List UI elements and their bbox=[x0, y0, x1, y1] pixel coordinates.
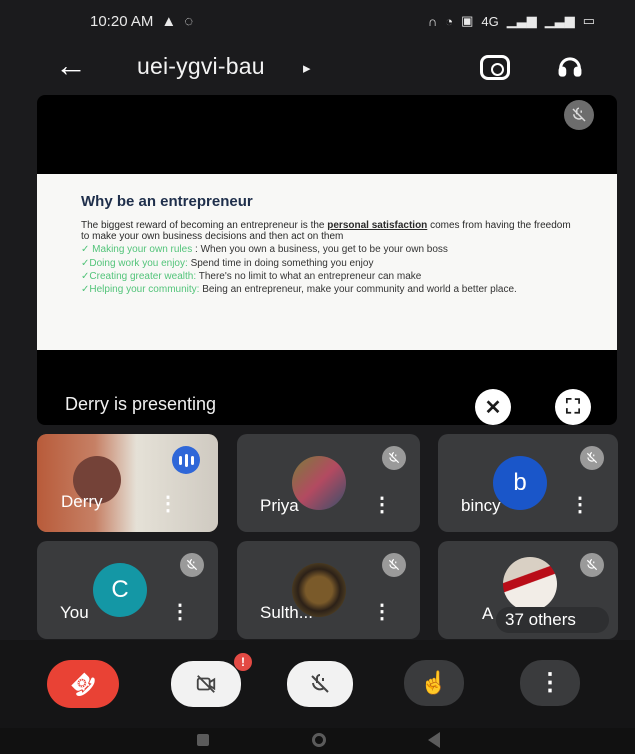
raise-hand-button[interactable]: ☝ bbox=[404, 660, 464, 706]
slide-intro-link: personal satisfaction bbox=[327, 220, 428, 231]
avatar bbox=[292, 456, 346, 510]
participant-menu-icon[interactable]: ⋮ bbox=[570, 495, 590, 515]
chevron-right-icon[interactable]: ▸ bbox=[303, 59, 311, 77]
participant-tile-others[interactable]: A 37 others bbox=[438, 541, 618, 639]
slide-bullets: ✓ Making your own rules : When you own a… bbox=[81, 244, 573, 295]
recent-apps-icon[interactable] bbox=[197, 734, 209, 746]
end-call-button[interactable]: ☎ bbox=[47, 660, 119, 708]
signal-icon: ▁▃▆ bbox=[506, 13, 537, 28]
participant-menu-icon[interactable]: ⋮ bbox=[170, 602, 190, 622]
participant-initial: A bbox=[482, 604, 494, 623]
alarm-icon: ◔ bbox=[445, 13, 454, 29]
notification-icon: ◌ bbox=[184, 12, 194, 30]
participant-name: You bbox=[60, 603, 89, 622]
bullet-text: Spend time in doing something you enjoy bbox=[190, 257, 374, 269]
bullet-text: Being an entrepreneur, make your communi… bbox=[202, 283, 517, 295]
slide-bullet: ✓Creating greater wealth: There's no lim… bbox=[81, 271, 573, 282]
avatar bbox=[503, 557, 557, 611]
muted-mic-icon bbox=[564, 100, 594, 130]
back-arrow-icon[interactable]: ← bbox=[52, 49, 90, 81]
video-off-icon bbox=[196, 675, 216, 693]
meet-screen: 10:20 AM ▲ ◌ ∩ ◔ ▣ 4G ▁▃▆ ▁▃▆ ▭ ← uei-yg… bbox=[0, 0, 635, 754]
participant-menu-icon[interactable]: ⋮ bbox=[372, 602, 392, 622]
more-vertical-icon: ⋮ bbox=[538, 669, 562, 696]
warning-icon: ▲ bbox=[161, 12, 177, 30]
headphones-icon[interactable] bbox=[556, 53, 584, 81]
headset-icon: ∩ bbox=[427, 13, 438, 29]
avatar: b bbox=[493, 456, 547, 510]
check-icon: ✓ bbox=[81, 244, 90, 256]
bullet-text: There's no limit to what an entrepreneur… bbox=[198, 270, 422, 282]
avatar: C bbox=[93, 563, 147, 617]
participant-tile-derry[interactable]: Derry ⋮ bbox=[37, 434, 218, 532]
participant-tile-priya[interactable]: Priya ⋮ bbox=[237, 434, 420, 532]
phone-icon: ☎ bbox=[64, 665, 102, 703]
network-label: 4G bbox=[481, 13, 499, 29]
presenter-label: Derry is presenting bbox=[65, 394, 217, 414]
status-bar: 10:20 AM ▲ ◌ ∩ ◔ ▣ 4G ▁▃▆ ▁▃▆ ▭ bbox=[0, 0, 635, 42]
unpin-icon[interactable]: ✕ bbox=[475, 389, 511, 425]
video-off-button[interactable] bbox=[171, 661, 241, 707]
participant-name: bincy bbox=[461, 496, 501, 515]
participant-tile-bincy[interactable]: b bincy ⋮ bbox=[438, 434, 618, 532]
back-triangle-icon[interactable] bbox=[428, 732, 440, 748]
more-options-button[interactable]: ⋮ bbox=[520, 660, 580, 706]
app-bar: ← uei-ygvi-bau ▸ bbox=[0, 45, 635, 90]
muted-mic-icon bbox=[180, 553, 204, 577]
shared-slide: Why be an entrepreneur The biggest rewar… bbox=[37, 174, 617, 350]
presentation-area: Why be an entrepreneur The biggest rewar… bbox=[37, 95, 617, 425]
slide-bullet: ✓Helping your community: Being an entrep… bbox=[81, 284, 573, 295]
bullet-lead: Creating greater wealth: bbox=[89, 270, 197, 282]
slide-bullet: ✓ Making your own rules : When you own a… bbox=[81, 244, 573, 255]
participant-tile-sulth[interactable]: Sulth... ⋮ bbox=[237, 541, 420, 639]
speaking-indicator-icon bbox=[172, 446, 200, 474]
muted-mic-icon bbox=[580, 446, 604, 470]
mic-off-icon bbox=[311, 674, 329, 693]
home-icon[interactable] bbox=[312, 733, 326, 747]
slide-title: Why be an entrepreneur bbox=[81, 193, 253, 210]
bullet-text: When you own a business, you get to be y… bbox=[200, 244, 448, 256]
signal-icon: ▁▃▆ bbox=[544, 13, 575, 28]
warning-badge: ! bbox=[234, 653, 252, 671]
hand-icon: ☝ bbox=[420, 670, 448, 695]
status-time: 10:20 AM bbox=[90, 12, 154, 30]
muted-mic-icon bbox=[382, 553, 406, 577]
battery-icon: ▭ bbox=[582, 13, 595, 28]
bullet-lead: Making your own rules bbox=[92, 244, 193, 256]
status-left: 10:20 AM ▲ ◌ bbox=[90, 13, 193, 30]
meeting-code[interactable]: uei-ygvi-bau bbox=[137, 53, 265, 80]
slide-bullet: ✓Doing work you enjoy: Spend time in doi… bbox=[81, 258, 573, 269]
muted-mic-icon bbox=[382, 446, 406, 470]
participant-menu-icon[interactable]: ⋮ bbox=[158, 494, 178, 514]
mic-off-button[interactable] bbox=[287, 661, 353, 707]
bullet-lead: Helping your community: bbox=[89, 283, 200, 295]
system-navigation bbox=[0, 728, 635, 754]
slide-intro-before: The biggest reward of becoming an entrep… bbox=[81, 220, 328, 231]
participant-tile-you[interactable]: C You ⋮ bbox=[37, 541, 218, 639]
call-controls: ☎ ! ☝ ⋮ bbox=[0, 640, 635, 728]
switch-camera-icon[interactable] bbox=[480, 55, 510, 80]
bullet-sep: : bbox=[192, 244, 201, 256]
participant-name: Sulth... bbox=[260, 603, 313, 622]
bullet-lead: Doing work you enjoy: bbox=[89, 257, 188, 269]
slide-intro: The biggest reward of becoming an entrep… bbox=[81, 220, 573, 242]
participant-name: Priya bbox=[260, 496, 299, 515]
fullscreen-icon[interactable]: ⛶ bbox=[555, 389, 591, 425]
participant-name: Derry bbox=[61, 492, 103, 511]
screen-icon: ▣ bbox=[461, 13, 474, 28]
status-right: ∩ ◔ ▣ 4G ▁▃▆ ▁▃▆ ▭ bbox=[428, 13, 595, 29]
participant-menu-icon[interactable]: ⋮ bbox=[372, 495, 392, 515]
participant-name: 37 others bbox=[505, 610, 576, 629]
muted-mic-icon bbox=[580, 553, 604, 577]
